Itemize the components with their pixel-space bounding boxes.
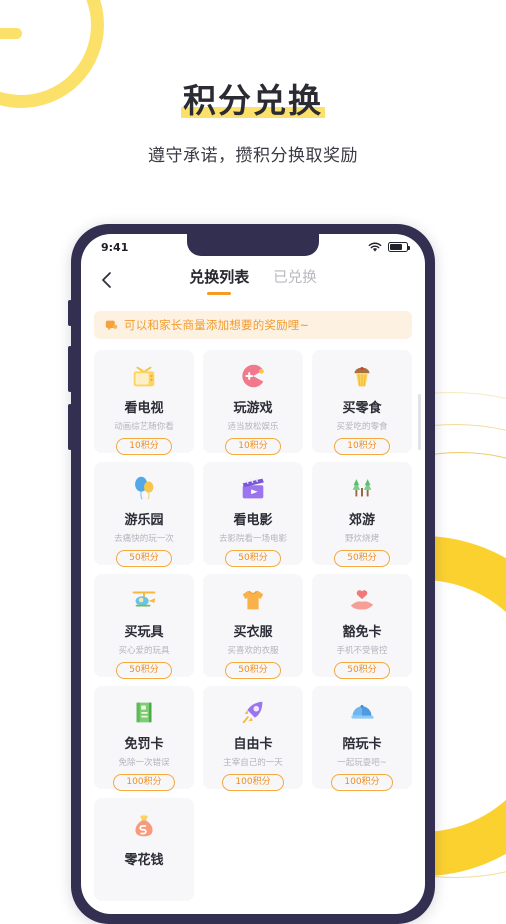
reward-card-title: 郊游 [348, 513, 375, 528]
reward-card-title: 游乐园 [124, 513, 164, 528]
reward-card-description: 野炊烧烤 [344, 534, 379, 544]
money-bag-icon [129, 809, 159, 843]
reward-card-title: 零花钱 [124, 853, 164, 868]
notice-text: 可以和家长商量添加想要的奖励哩~ [124, 318, 310, 332]
reward-card-grid: 看电视动画综艺随你看 10积分 玩游戏适当放松娱乐 10积分 买零食买爱吃的零食 10积分… [81, 339, 425, 901]
reward-card-title: 玩游戏 [233, 401, 273, 416]
reward-card-description: 买爱吃的零食 [336, 422, 388, 432]
reward-card[interactable]: 陪玩卡一起玩耍吧~ 100积分 [312, 686, 412, 791]
phone-notch [187, 234, 319, 256]
tab-active-indicator [207, 291, 232, 295]
reward-card[interactable]: 游乐园去痛快的玩一次 50积分 [94, 462, 194, 567]
reward-card-points: 50积分 [116, 662, 172, 679]
helicopter-icon [129, 585, 159, 615]
clapperboard-icon [238, 473, 268, 503]
phone-screen: 9:41 兑换列表 已兑换 可以和家长商量添加想要的奖励哩~ 看电视 动画综艺随… [81, 234, 425, 914]
nav-bar: 兑换列表 已兑换 [81, 260, 425, 300]
reward-card-description: 去影院看一场电影 [218, 534, 287, 544]
decorative-dash-top-left [0, 28, 22, 39]
reward-card-points: 10积分 [334, 438, 390, 455]
reward-card[interactable]: 自由卡主宰自己的一天 100积分 [203, 686, 303, 791]
phone-mockup: 9:41 兑换列表 已兑换 可以和家长商量添加想要的奖励哩~ 看电视 动画综艺随… [68, 224, 435, 924]
reward-card-description: 一起玩耍吧~ [337, 758, 387, 768]
reward-card-points: 50积分 [225, 662, 281, 679]
reward-card[interactable]: 郊游野炊烧烤 50积分 [312, 462, 412, 567]
reward-card-points: 100积分 [222, 774, 284, 791]
hand-heart-icon [347, 585, 377, 615]
page-subtitle: 遵守承诺，攒积分换取奖励 [148, 145, 358, 166]
reward-card[interactable]: 零花钱 [94, 798, 194, 901]
reward-card-title: 免罚卡 [124, 737, 164, 752]
notebook-icon [129, 697, 159, 727]
scrollbar[interactable] [418, 394, 421, 450]
tab-exchange-list-label: 兑换列表 [189, 268, 250, 286]
chat-bubble-icon [105, 320, 118, 330]
reward-card[interactable]: 买衣服买喜欢的衣服 50积分 [203, 574, 303, 679]
reward-card-points: 100积分 [113, 774, 175, 791]
reward-card-description: 手机不受管控 [336, 646, 388, 656]
reward-card[interactable]: 买零食买爱吃的零食 10积分 [312, 350, 412, 455]
phone-volume-up-button[interactable] [68, 346, 72, 392]
reward-card-description: 动画综艺随你看 [114, 422, 174, 432]
reward-card-title: 自由卡 [233, 737, 273, 752]
reward-card-description: 买心爱的玩具 [118, 646, 170, 656]
reward-card-points: 50积分 [225, 550, 281, 567]
balloon-icon [129, 473, 159, 503]
reward-card[interactable]: 看电视动画综艺随你看 10积分 [94, 350, 194, 455]
cap-icon [347, 697, 377, 727]
battery-icon [388, 242, 410, 252]
tab-bar: 兑换列表 已兑换 [81, 266, 425, 296]
reward-card-description: 主宰自己的一天 [223, 758, 283, 768]
phone-volume-down-button[interactable] [68, 404, 72, 450]
reward-card[interactable]: 买玩具买心爱的玩具 50积分 [94, 574, 194, 679]
reward-card-points: 100积分 [331, 774, 393, 791]
game-icon [238, 361, 268, 391]
reward-card-title: 买零食 [342, 401, 382, 416]
tab-exchanged-label: 已兑换 [273, 270, 317, 286]
reward-card-points: 50积分 [116, 550, 172, 567]
reward-card-title: 陪玩卡 [342, 737, 382, 752]
reward-card-title: 买衣服 [233, 625, 273, 640]
reward-card[interactable]: 豁免卡手机不受管控 50积分 [312, 574, 412, 679]
page-title: 积分兑换 [183, 81, 323, 120]
trees-icon [347, 473, 377, 503]
tshirt-icon [238, 585, 268, 615]
reward-card-points: 10积分 [225, 438, 281, 455]
wifi-icon [368, 242, 382, 252]
tv-icon [129, 361, 159, 391]
reward-card-points: 10积分 [116, 438, 172, 455]
reward-card-description: 买喜欢的衣服 [227, 646, 279, 656]
reward-card[interactable]: 玩游戏适当放松娱乐 10积分 [203, 350, 303, 455]
tab-exchange-list[interactable]: 兑换列表 [189, 266, 249, 296]
phone-mute-button[interactable] [68, 300, 72, 326]
reward-card-description: 去痛快的玩一次 [114, 534, 174, 544]
reward-card-points: 50积分 [334, 662, 390, 679]
notice-banner[interactable]: 可以和家长商量添加想要的奖励哩~ [94, 311, 412, 339]
status-time: 9:41 [101, 240, 129, 254]
reward-card-description: 免除一次错误 [118, 758, 170, 768]
reward-card-title: 看电影 [233, 513, 273, 528]
rocket-icon [238, 697, 268, 727]
reward-card-title: 豁免卡 [342, 625, 382, 640]
cupcake-icon [347, 361, 377, 391]
page-title-wrapper: 积分兑换 [181, 81, 325, 121]
reward-card-title: 看电视 [124, 401, 164, 416]
hero-section: 积分兑换 遵守承诺，攒积分换取奖励 [0, 81, 506, 166]
reward-card[interactable]: 看电影去影院看一场电影 50积分 [203, 462, 303, 567]
status-indicators [368, 242, 410, 253]
reward-card[interactable]: 免罚卡免除一次错误 100积分 [94, 686, 194, 791]
reward-card-description: 适当放松娱乐 [227, 422, 279, 432]
reward-card-title: 买玩具 [124, 625, 164, 640]
tab-exchanged[interactable]: 已兑换 [273, 266, 317, 296]
reward-card-points: 50积分 [334, 550, 390, 567]
